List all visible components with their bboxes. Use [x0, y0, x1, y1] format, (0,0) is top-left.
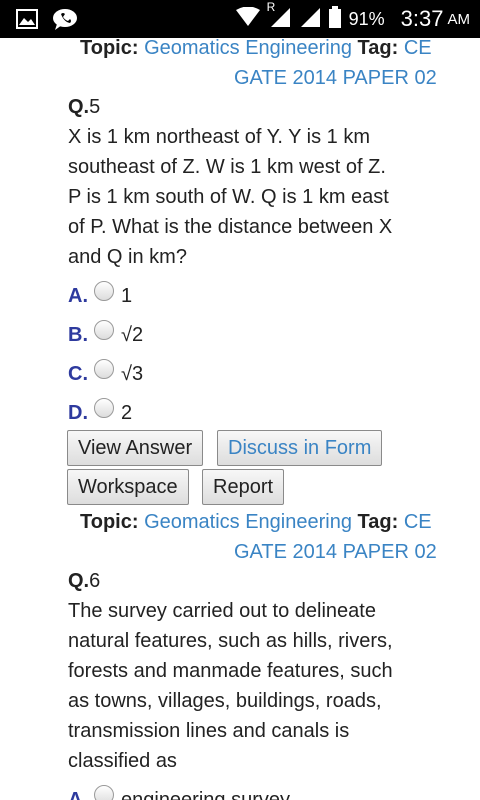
option-a[interactable]: A. engineering survey [68, 785, 290, 800]
question-text: X is 1 km northeast of Y. Y is 1 km sout… [68, 122, 418, 272]
option-radio[interactable] [94, 398, 114, 418]
topic-link[interactable]: Geomatics Engineering [144, 38, 352, 59]
option-a[interactable]: A. 1 [68, 281, 132, 311]
text-line: as towns, villages, buildings, roads, [68, 690, 382, 712]
option-radio[interactable] [94, 320, 114, 340]
option-letter: C. [68, 362, 88, 385]
option-radio[interactable] [94, 785, 114, 800]
option-letter: A. [68, 788, 88, 800]
text-line: southeast of Z. W is 1 km west of Z. [68, 156, 386, 178]
tag-link[interactable]: CE [404, 511, 432, 533]
option-text: engineering survey [121, 788, 290, 800]
report-button[interactable]: Report [202, 469, 285, 505]
tag-link[interactable]: CE [404, 38, 432, 59]
question-list: Topic: Geomatics Engineering Tag: CE GAT… [0, 38, 480, 800]
signal-icon-2 [299, 6, 321, 33]
clock-time: 3:37 [400, 6, 444, 31]
option-b[interactable]: B. √2 [68, 320, 143, 350]
text-line: and Q in km? [68, 246, 187, 268]
paper-link[interactable]: GATE 2014 PAPER 02 [234, 537, 437, 567]
battery-icon [328, 5, 341, 33]
text-line: transmission lines and canals is [68, 720, 350, 742]
option-text: 1 [121, 284, 133, 307]
option-c[interactable]: C. √3 [68, 359, 143, 389]
text-line: The survey carried out to delineate [68, 600, 376, 622]
text-line: forests and manmade features, such [68, 660, 393, 682]
text-line: natural features, such as hills, rivers, [68, 630, 393, 652]
text-line: of P. What is the distance between X [68, 216, 393, 238]
discuss-button[interactable]: Discuss in Form [217, 430, 383, 466]
clock-ampm: AM [447, 10, 471, 28]
text-line: P is 1 km south of W. Q is 1 km east [68, 186, 389, 208]
option-radio[interactable] [94, 359, 114, 379]
text-line: X is 1 km northeast of Y. Y is 1 km [68, 126, 371, 148]
roaming-label: R [266, 0, 276, 14]
option-text: √2 [121, 323, 144, 346]
question-text: The survey carried out to delineate natu… [68, 596, 418, 776]
topic-label: Topic: [80, 38, 139, 59]
option-text: 2 [121, 401, 133, 424]
battery-percent: 91% [348, 8, 385, 29]
question-number: Q.6 [68, 570, 101, 592]
option-letter: A. [68, 284, 88, 307]
view-answer-button[interactable]: View Answer [67, 430, 204, 466]
question-number: Q.5 [68, 96, 101, 118]
tag-label: Tag: [357, 38, 399, 59]
status-right: R 91% 3:37 AM [235, 0, 470, 38]
status-bar: R 91% 3:37 AM [0, 0, 480, 38]
topic-label: Topic: [80, 511, 139, 533]
option-letter: D. [68, 401, 88, 424]
topic-link[interactable]: Geomatics Engineering [144, 511, 352, 533]
option-letter: B. [68, 323, 88, 346]
tag-label: Tag: [357, 511, 399, 533]
notification-icons [16, 8, 78, 35]
option-d[interactable]: D. 2 [68, 398, 132, 428]
option-radio[interactable] [94, 281, 114, 301]
signal-icon: R [267, 0, 291, 33]
workspace-button[interactable]: Workspace [67, 469, 189, 505]
wifi-icon [235, 6, 261, 32]
text-line: classified as [68, 750, 177, 772]
gallery-icon [16, 9, 38, 34]
paper-link[interactable]: GATE 2014 PAPER 02 [234, 63, 437, 93]
chat-icon [52, 8, 78, 35]
option-text: √3 [121, 362, 144, 385]
